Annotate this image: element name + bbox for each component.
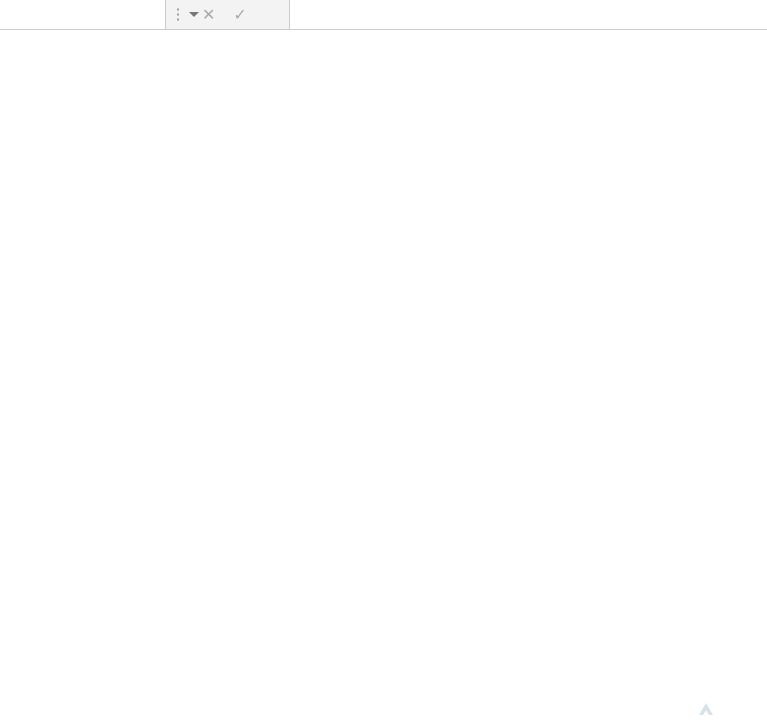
- name-box-wrap[interactable]: [0, 0, 166, 29]
- name-box[interactable]: [8, 7, 189, 23]
- formula-buttons: ✕ ✓: [190, 5, 281, 25]
- enter-icon[interactable]: ✓: [233, 5, 246, 25]
- watermark: [699, 702, 717, 715]
- cancel-icon[interactable]: ✕: [202, 5, 215, 25]
- spreadsheet-grid: [0, 30, 767, 727]
- formula-input[interactable]: [289, 0, 767, 29]
- formula-bar: ⋮ ✕ ✓: [0, 0, 767, 30]
- vert-dots-icon: ⋮: [166, 5, 190, 24]
- watermark-icon: [699, 703, 713, 715]
